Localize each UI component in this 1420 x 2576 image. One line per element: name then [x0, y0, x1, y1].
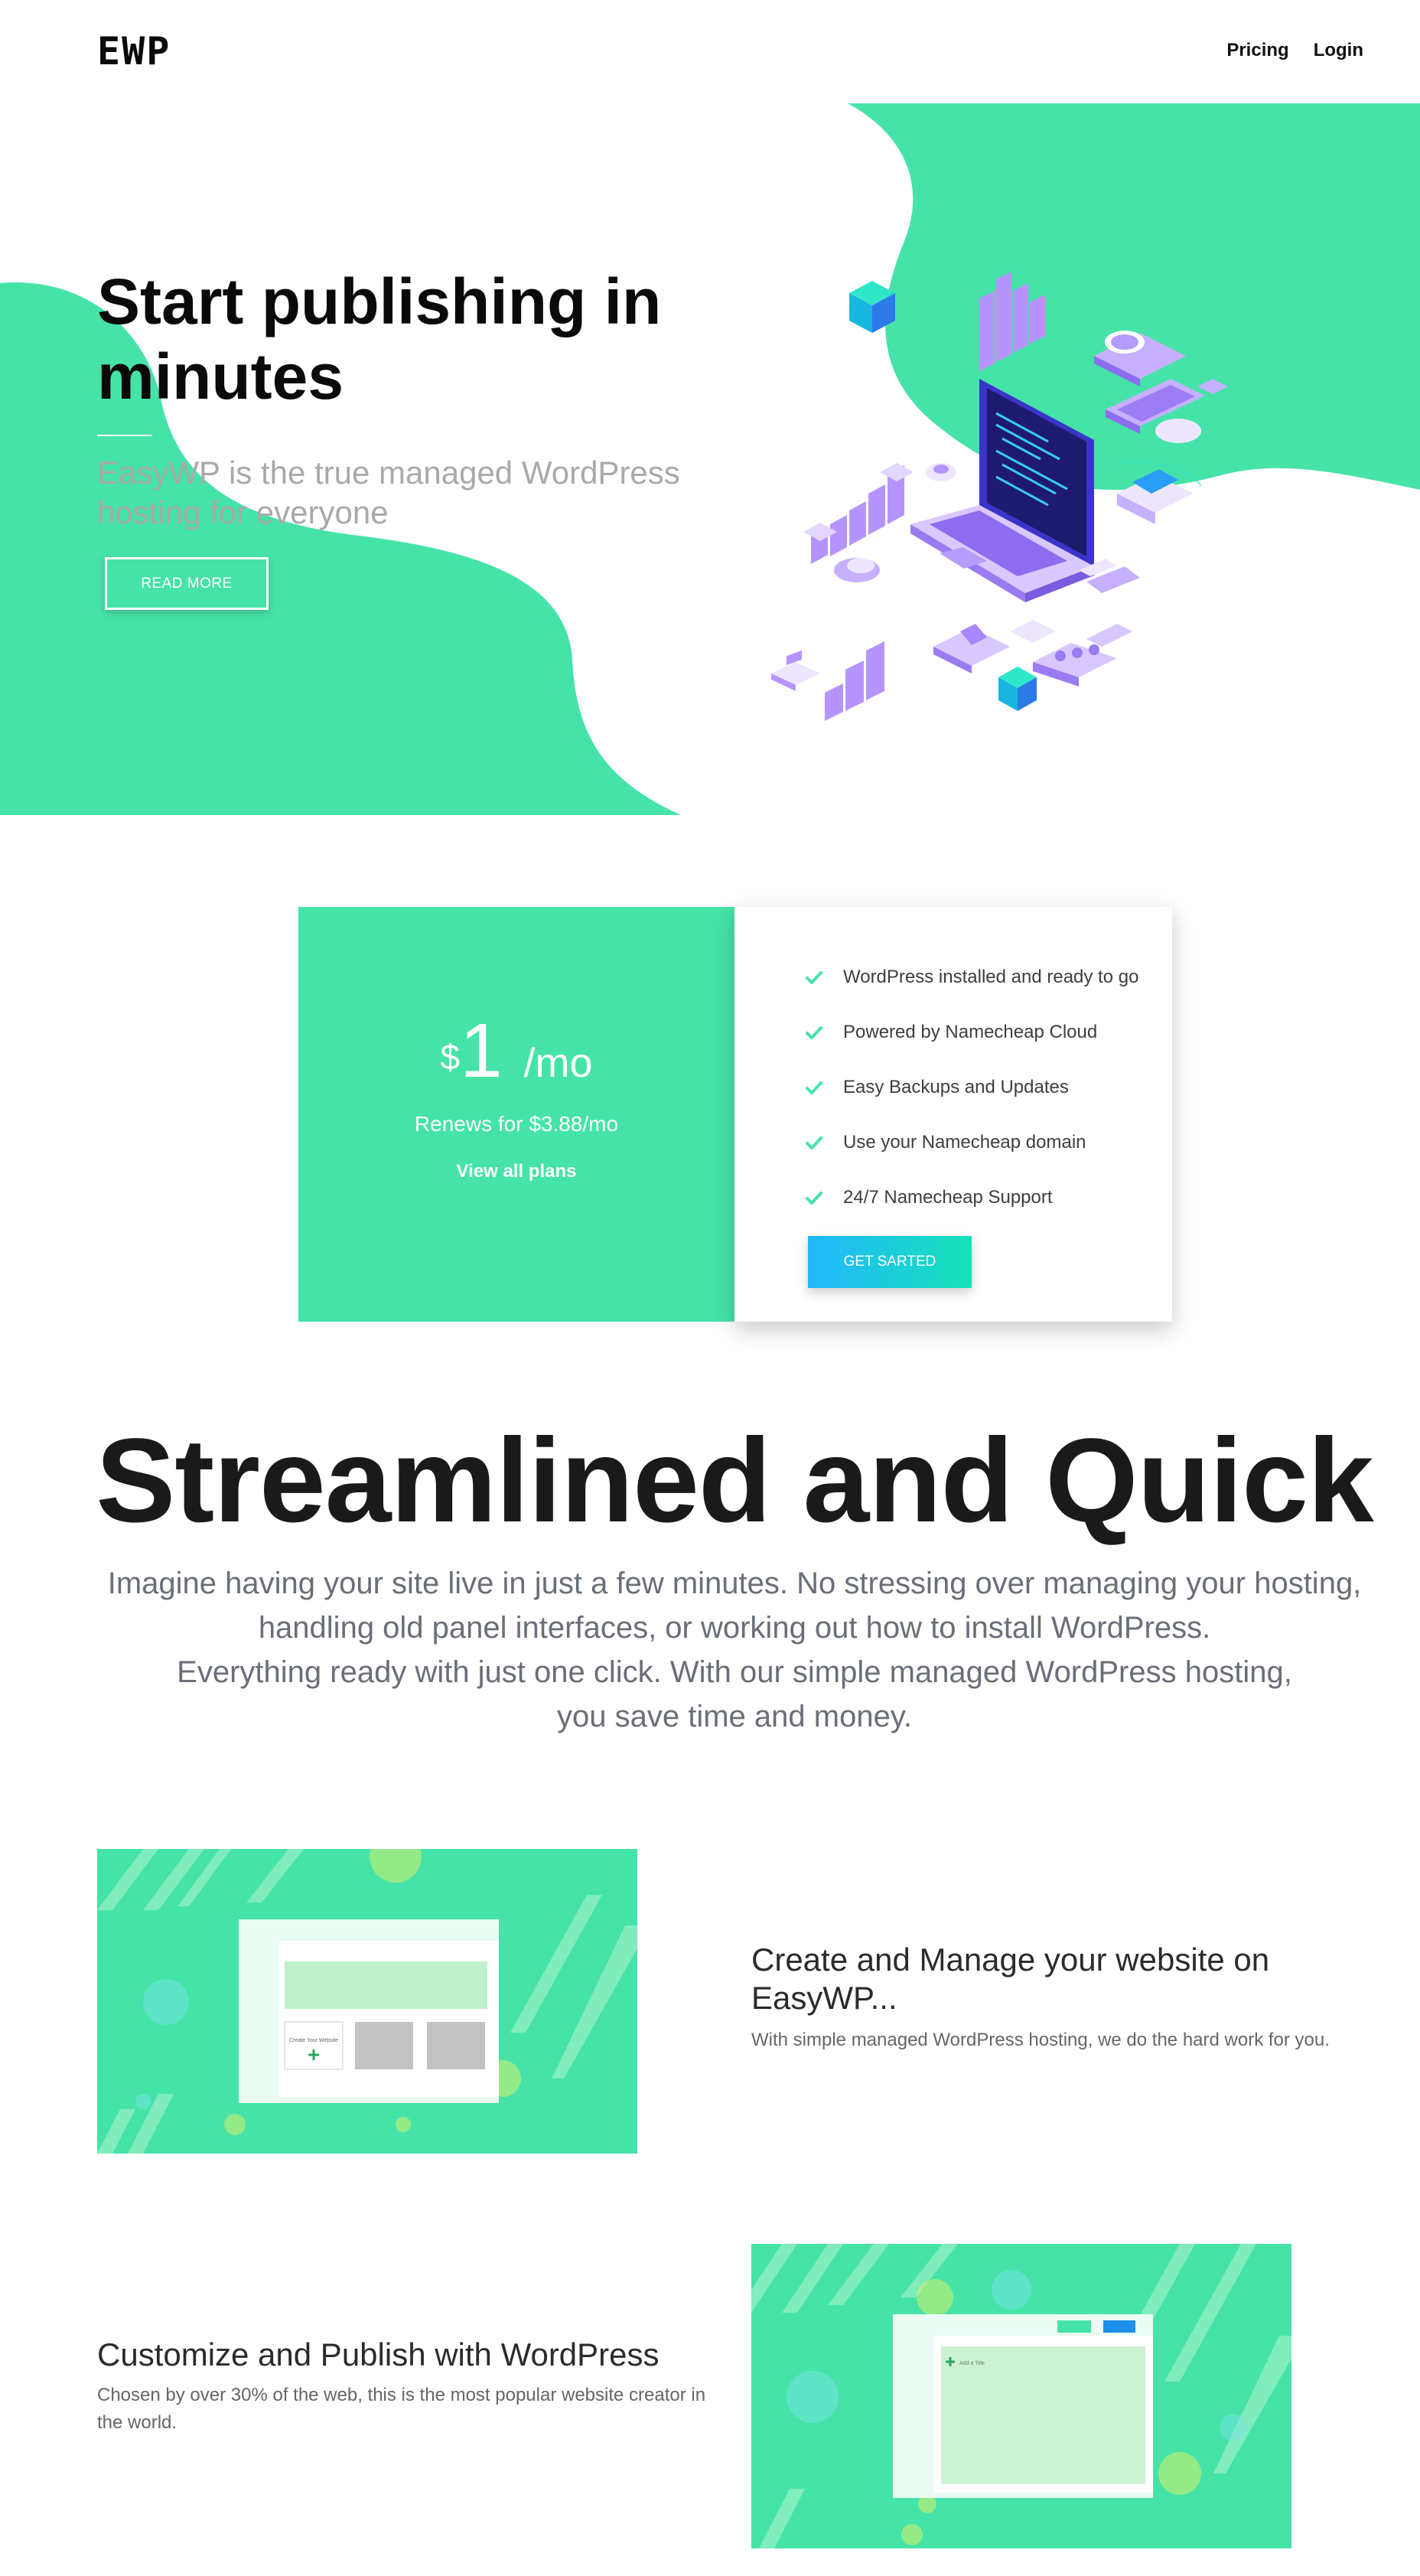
streamlined-description: Imagine having your site live in just a … — [92, 1561, 1377, 1739]
feature-item: Use your Namecheap domain — [805, 1115, 1138, 1170]
create-website-illustration: Create Your Website — [97, 1849, 637, 2154]
hero-title: Start publishing in minutes — [97, 266, 662, 412]
check-icon — [806, 1026, 822, 1039]
feature-item: Powered by Namecheap Cloud — [805, 1005, 1138, 1060]
check-icon — [806, 1192, 822, 1205]
brand-logo[interactable]: EWP — [97, 29, 171, 73]
check-icon — [806, 971, 822, 984]
image-label: Add a Title — [959, 2361, 985, 2366]
nav-link-login[interactable]: Login — [1314, 40, 1363, 61]
row-title-customize: Customize and Publish with WordPress — [97, 2336, 660, 2372]
streamlined-title: Streamlined and Quick — [96, 1414, 1373, 1547]
price-value: 1 — [460, 1008, 503, 1094]
feature-item: 24/7 Namecheap Support — [805, 1170, 1138, 1225]
price-amount: $1 /mo — [298, 1012, 734, 1101]
hero-subtitle: EasyWP is the true managed WordPress hos… — [97, 455, 680, 530]
features-panel: WordPress installed and ready to go Powe… — [734, 907, 1172, 1322]
get-started-button[interactable]: GET SARTED — [808, 1236, 972, 1288]
customize-publish-illustration: Add a Title — [751, 2244, 1291, 2548]
description-line: handling old panel interfaces, or workin… — [258, 1611, 1211, 1645]
view-all-plans-link[interactable]: View all plans — [298, 1161, 734, 1182]
laptop-isometric-illustration — [771, 272, 1228, 721]
feature-label: WordPress installed and ready to go — [843, 967, 1139, 987]
read-more-button[interactable]: READ MORE — [105, 557, 269, 610]
row-text-customize: Chosen by over 30% of the web, this is t… — [97, 2385, 706, 2433]
customize-publish-screenshot: Add a Title — [751, 2244, 1291, 2548]
price-renewal: Renews for $3.88/mo — [414, 1112, 619, 1136]
image-label: Create Your Website — [289, 2038, 338, 2043]
description-line: Imagine having your site live in just a … — [107, 1567, 1362, 1600]
row-title-create: Create and Manage your website on EasyWP… — [751, 1942, 1270, 2016]
feature-label: Easy Backups and Updates — [843, 1077, 1069, 1097]
check-icon — [806, 1136, 822, 1149]
hero-section: Start publishing in minutes EasyWP is th… — [0, 0, 1420, 815]
price-currency: $ — [440, 1037, 461, 1077]
price-panel: $1 /mo Renews for $3.88/mo View all plan… — [298, 907, 734, 1322]
description-line: Everything ready with just one click. Wi… — [177, 1655, 1292, 1689]
pricing-card: $1 /mo Renews for $3.88/mo View all plan… — [298, 907, 1172, 1322]
description-line: you save time and money. — [557, 1700, 912, 1733]
price-period: /mo — [523, 1040, 593, 1086]
feature-label: 24/7 Namecheap Support — [843, 1187, 1053, 1208]
feature-label: Powered by Namecheap Cloud — [843, 1022, 1098, 1042]
feature-item: Easy Backups and Updates — [805, 1060, 1138, 1115]
feature-label: Use your Namecheap domain — [843, 1132, 1086, 1153]
top-navigation: EWP Pricing Login — [0, 0, 1420, 103]
feature-list: WordPress installed and ready to go Powe… — [805, 950, 1138, 1225]
check-icon — [806, 1081, 822, 1094]
nav-link-pricing[interactable]: Pricing — [1226, 40, 1288, 61]
create-website-screenshot: Create Your Website — [97, 1849, 637, 2154]
hero-divider — [97, 435, 152, 436]
nav-links: Pricing Login — [1226, 40, 1363, 61]
row-text-create: With simple managed WordPress hosting, w… — [751, 2030, 1330, 2050]
feature-item: WordPress installed and ready to go — [805, 950, 1138, 1005]
